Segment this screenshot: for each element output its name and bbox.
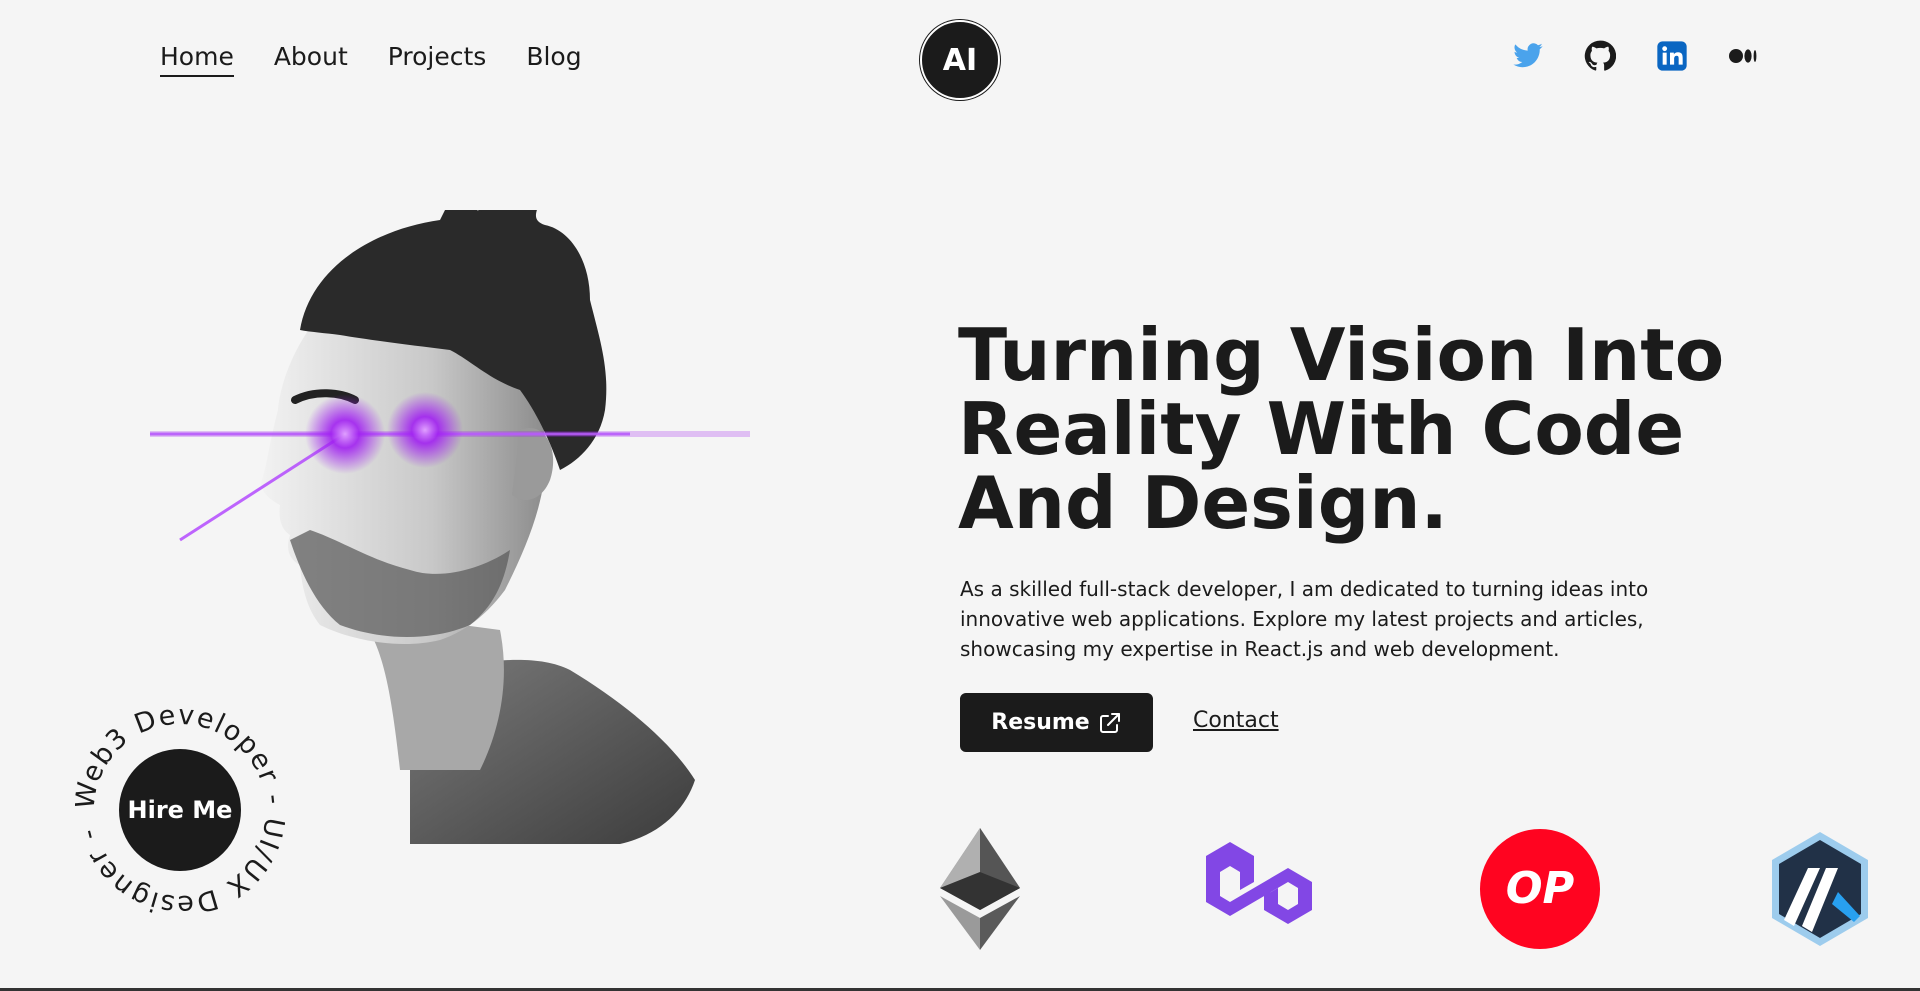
contact-link[interactable]: Contact xyxy=(1193,708,1279,733)
resume-label: Resume xyxy=(991,710,1090,735)
hero-title-line-1: Turning Vision Into xyxy=(958,313,1725,397)
ethereum-icon xyxy=(940,828,1020,950)
hero-description: As a skilled full-stack developer, I am … xyxy=(960,577,1649,661)
twitter-icon[interactable] xyxy=(1512,40,1544,72)
optimism-icon: OP xyxy=(1478,828,1602,950)
hero-title-line-3: And Design. xyxy=(958,461,1448,545)
optimism-text: OP xyxy=(1506,864,1575,914)
top-navigation: Home About Projects Blog AI xyxy=(0,0,1920,116)
nav-link-about[interactable]: About xyxy=(274,40,348,74)
nav-link-projects[interactable]: Projects xyxy=(388,40,487,74)
external-link-icon xyxy=(1099,712,1120,733)
social-links xyxy=(1512,40,1760,72)
hero-title-line-2: Reality With Code xyxy=(958,387,1685,471)
polygon-icon xyxy=(1196,828,1322,950)
site-logo[interactable]: AI xyxy=(920,20,1000,100)
hire-me-button[interactable]: Hire Me xyxy=(119,749,241,871)
hire-me-badge: Web3 Developer - UI/UX Designer - Hire M… xyxy=(75,705,285,915)
resume-button[interactable]: Resume xyxy=(960,693,1153,752)
nav-links: Home About Projects Blog xyxy=(160,40,582,77)
linkedin-icon[interactable] xyxy=(1656,40,1688,72)
nav-link-blog[interactable]: Blog xyxy=(526,40,581,74)
arbitrum-icon xyxy=(1768,828,1872,950)
github-icon[interactable] xyxy=(1584,40,1616,72)
nav-link-home[interactable]: Home xyxy=(160,40,234,77)
medium-icon[interactable] xyxy=(1728,40,1760,72)
hero-title: Turning Vision Into Reality With Code An… xyxy=(958,318,1758,540)
